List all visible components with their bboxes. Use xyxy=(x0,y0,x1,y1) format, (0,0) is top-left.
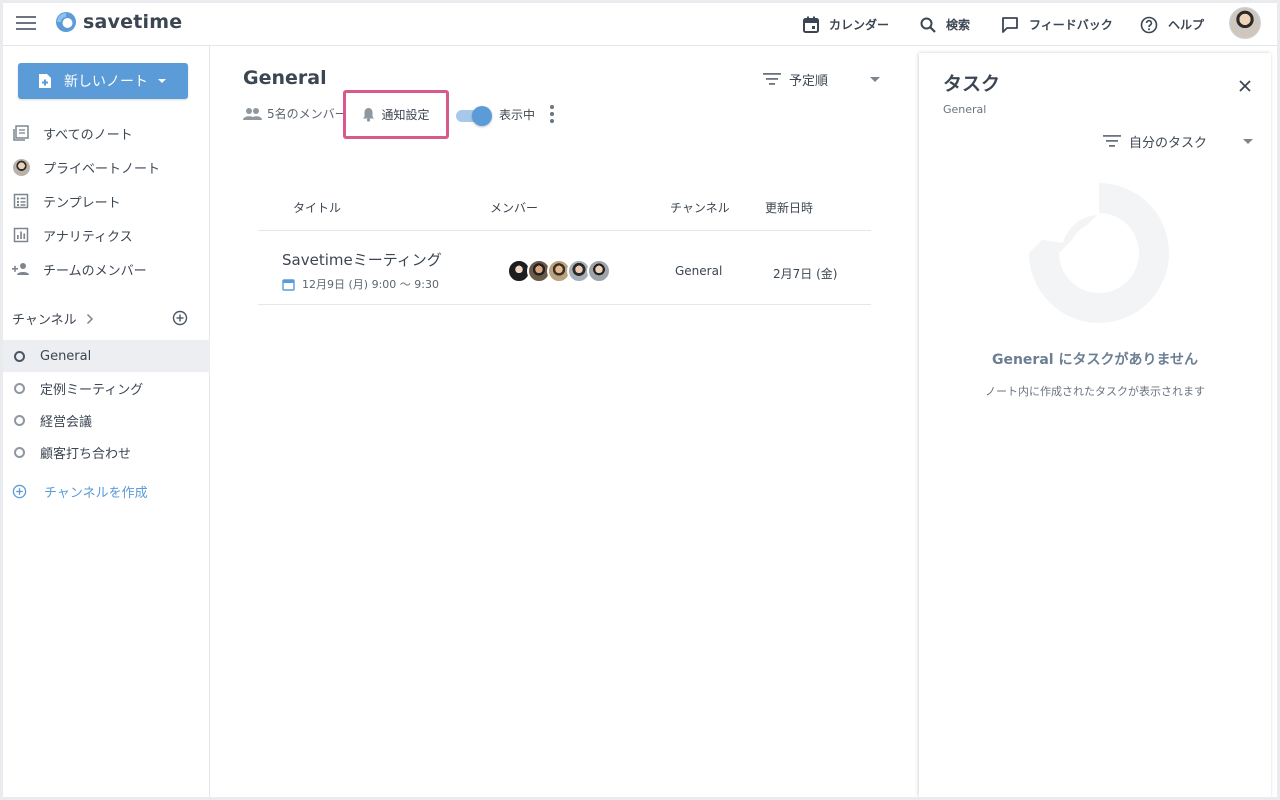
task-filter-label: 自分のタスク xyxy=(1129,135,1208,151)
add-member-icon xyxy=(12,260,30,278)
sidebar-item-all-notes[interactable]: すべてのノート xyxy=(3,116,210,150)
new-document-icon xyxy=(39,74,51,88)
group-icon xyxy=(243,107,262,120)
feedback-icon xyxy=(1002,17,1018,33)
chevron-down-icon xyxy=(870,77,880,82)
sort-label: 予定順 xyxy=(789,73,829,89)
analytics-icon xyxy=(12,226,30,244)
feedback-label: フィードバック xyxy=(1029,18,1113,32)
members-button[interactable]: 5名のメンバー xyxy=(243,105,347,122)
sidebar-item-label: アナリティクス xyxy=(43,229,133,245)
notification-settings-label: 通知設定 xyxy=(381,108,430,122)
search-nav[interactable]: 検索 xyxy=(920,3,970,46)
channel-dot-icon xyxy=(14,350,25,362)
channels-section-title[interactable]: チャンネル xyxy=(12,309,95,328)
search-label: 検索 xyxy=(946,18,971,32)
close-icon[interactable] xyxy=(1238,79,1252,93)
visibility-toggle-label: 表示中 xyxy=(499,108,536,122)
note-date: 12月9日 (月) 9:00 〜 9:30 xyxy=(282,276,439,292)
search-icon xyxy=(920,17,936,33)
task-panel: タスク General 自分のタスク General にタスクがありません ノー… xyxy=(919,53,1271,797)
empty-state-description: ノート内に作成されたタスクが表示されます xyxy=(985,385,1205,398)
note-updated: 2月7日 (金) xyxy=(773,267,838,281)
channel-label: 経営会議 xyxy=(40,414,93,430)
sidebar-item-team-members[interactable]: チームのメンバー xyxy=(3,252,210,286)
add-circle-icon xyxy=(12,484,27,498)
sidebar-item-templates[interactable]: テンプレート xyxy=(3,184,210,218)
calendar-nav[interactable]: カレンダー xyxy=(803,3,889,46)
note-title: Savetimeミーティング xyxy=(282,251,442,269)
filter-sort-icon xyxy=(1103,135,1121,147)
sidebar-item-label: すべてのノート xyxy=(43,127,133,143)
column-header-updated[interactable]: 更新日時 xyxy=(765,199,813,216)
template-icon xyxy=(12,192,30,210)
sidebar-item-label: プライベートノート xyxy=(43,161,161,177)
channel-dot-icon xyxy=(14,414,25,426)
sidebar-item-label: チームのメンバー xyxy=(43,263,147,279)
channel-dot-icon xyxy=(14,446,25,458)
page-title: General xyxy=(243,67,327,89)
note-channel: General xyxy=(675,264,723,278)
help-nav[interactable]: ヘルプ xyxy=(1140,3,1204,46)
channel-item-client-meeting[interactable]: 顧客打ち合わせ xyxy=(3,436,210,468)
notes-icon xyxy=(12,124,30,142)
table-divider xyxy=(258,304,871,305)
task-filter-dropdown[interactable]: 自分のタスク xyxy=(1103,129,1263,153)
app-name: savetime xyxy=(83,11,183,33)
chevron-right-icon xyxy=(86,313,93,324)
feedback-nav[interactable]: フィードバック xyxy=(1001,3,1113,46)
bell-icon xyxy=(363,108,375,122)
channel-label: General xyxy=(40,348,92,364)
create-channel-label: チャンネルを作成 xyxy=(44,485,148,501)
top-bar: savetime カレンダー 検索 フィードバック ヘルプ xyxy=(3,3,1277,46)
task-panel-subtitle: General xyxy=(943,103,987,116)
channel-item-general[interactable]: General xyxy=(3,340,210,372)
chevron-down-icon xyxy=(158,79,166,83)
calendar-icon xyxy=(803,16,819,33)
toggle-knob xyxy=(472,106,492,126)
filter-sort-icon xyxy=(763,73,781,85)
add-circle-icon[interactable] xyxy=(172,310,188,326)
channel-item-management-meeting[interactable]: 経営会議 xyxy=(3,404,210,436)
task-panel-title: タスク xyxy=(943,73,1001,95)
sidebar: 新しいノート すべてのノート プライベートノート テンプレート アナリティクス … xyxy=(3,46,210,797)
empty-state-illustration xyxy=(1029,183,1169,323)
user-avatar xyxy=(12,158,30,176)
create-channel-link[interactable]: チャンネルを作成 xyxy=(3,474,210,508)
channel-label: 定例ミーティング xyxy=(40,382,144,398)
channel-dot-icon xyxy=(14,382,25,394)
channel-item-regular-meeting[interactable]: 定例ミーティング xyxy=(3,372,210,404)
column-header-channel[interactable]: チャンネル xyxy=(670,199,730,216)
new-note-label: 新しいノート xyxy=(64,74,148,90)
notification-settings-button[interactable]: 通知設定 xyxy=(343,90,449,139)
user-avatar[interactable] xyxy=(1229,7,1261,39)
members-label: 5名のメンバー xyxy=(267,107,347,121)
help-label: ヘルプ xyxy=(1168,18,1205,32)
visibility-toggle[interactable] xyxy=(454,106,492,126)
chevron-down-icon xyxy=(1243,139,1253,144)
app-window: savetime カレンダー 検索 フィードバック ヘルプ 新しいノート すべて… xyxy=(3,3,1277,797)
table-row[interactable]: Savetimeミーティング 12月9日 (月) 9:00 〜 9:30 Gen… xyxy=(258,231,871,304)
more-options-icon[interactable] xyxy=(549,105,555,123)
empty-state-title: General にタスクがありません xyxy=(991,352,1199,368)
help-icon xyxy=(1140,16,1158,33)
logo-icon xyxy=(56,12,76,32)
member-avatar[interactable] xyxy=(587,259,611,283)
column-header-title[interactable]: タイトル xyxy=(293,199,341,216)
new-note-button[interactable]: 新しいノート xyxy=(18,63,188,99)
calendar-label: カレンダー xyxy=(829,18,890,32)
menu-icon[interactable] xyxy=(16,15,36,31)
app-logo[interactable]: savetime xyxy=(55,11,182,33)
channel-label: 顧客打ち合わせ xyxy=(40,446,132,462)
column-header-members[interactable]: メンバー xyxy=(490,199,538,216)
calendar-icon xyxy=(282,278,295,291)
note-date-label: 12月9日 (月) 9:00 〜 9:30 xyxy=(302,278,439,291)
channels-title: チャンネル xyxy=(12,313,77,328)
sidebar-item-label: テンプレート xyxy=(43,195,121,211)
sidebar-item-analytics[interactable]: アナリティクス xyxy=(3,218,210,252)
sidebar-item-private-notes[interactable]: プライベートノート xyxy=(3,150,210,184)
sort-dropdown[interactable]: 予定順 xyxy=(763,67,883,91)
